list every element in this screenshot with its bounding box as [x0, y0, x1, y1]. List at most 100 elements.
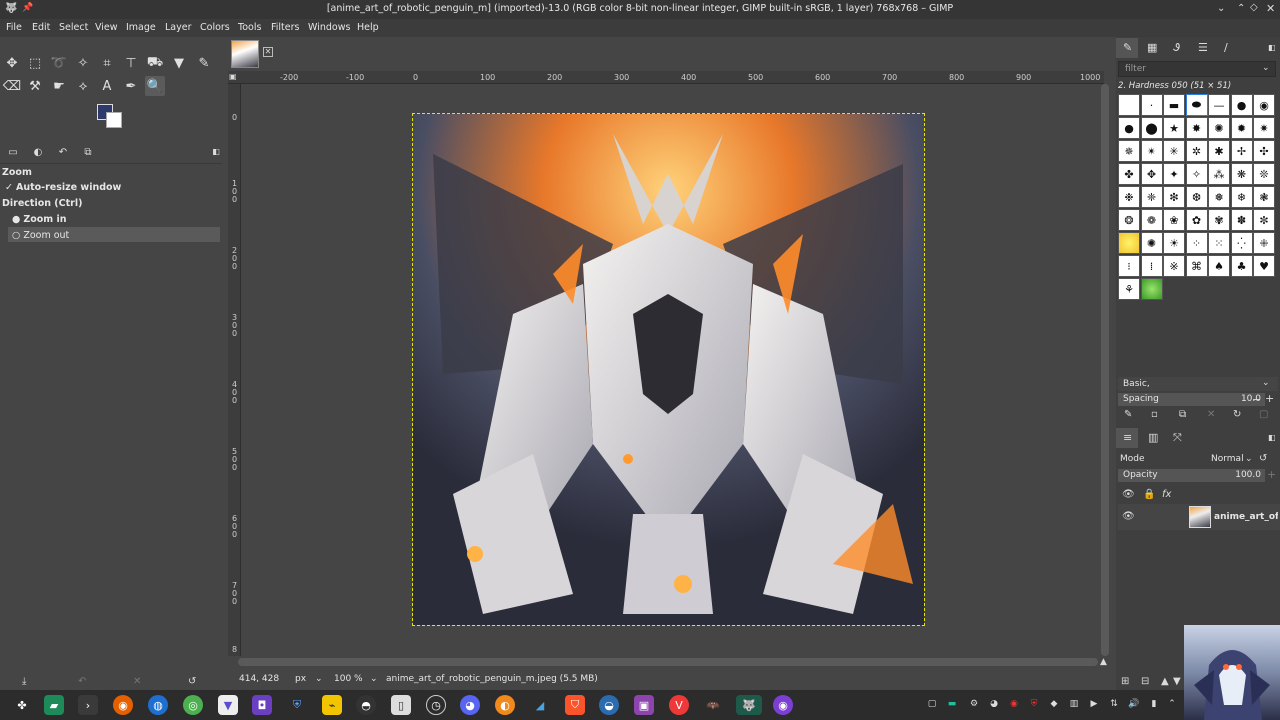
brush-swatch[interactable]: ❇: [1163, 186, 1185, 208]
clone-icon[interactable]: ⚒: [25, 76, 45, 96]
brush-swatch[interactable]: ❃: [1253, 186, 1275, 208]
tray-discord-icon[interactable]: ◕: [988, 699, 1000, 711]
blender-icon[interactable]: ◐: [495, 695, 515, 715]
save-options-icon[interactable]: ⤓: [22, 676, 26, 687]
brush-swatch[interactable]: ✷: [1253, 117, 1275, 139]
brush-swatch[interactable]: ☀: [1163, 232, 1185, 254]
brush-swatch[interactable]: ⁂: [1208, 163, 1230, 185]
brush-swatch[interactable]: ⌘: [1185, 255, 1208, 277]
remote-icon[interactable]: ◢: [530, 695, 550, 715]
document-history-icon[interactable]: ☰: [1198, 41, 1208, 54]
gimp-icon[interactable]: 🐺: [736, 695, 762, 715]
batman-icon[interactable]: 🦇: [703, 695, 723, 715]
plus-icon[interactable]: +: [1265, 392, 1274, 405]
dock-menu-icon[interactable]: ◧: [208, 147, 224, 159]
brush-swatch[interactable]: ❆: [1185, 186, 1208, 208]
brush-swatch[interactable]: ♣: [1230, 255, 1253, 277]
vertical-scrollbar[interactable]: [1101, 84, 1109, 656]
horizontal-ruler[interactable]: -200 -100 0 100 200 300 400 500 600 700 …: [228, 71, 1104, 84]
images-tab-icon[interactable]: ⧉: [80, 147, 96, 159]
brush-swatch[interactable]: ✿: [1185, 209, 1208, 231]
start-icon[interactable]: ✤: [12, 695, 32, 715]
spacing-slider[interactable]: Spacing 10.0: [1118, 393, 1265, 406]
brush-swatch[interactable]: ✵: [1118, 140, 1140, 162]
brush-swatch[interactable]: ✧: [1185, 163, 1208, 185]
layer-name[interactable]: anime_art_of_r: [1214, 512, 1278, 522]
brush-swatch[interactable]: ✸: [1185, 117, 1208, 139]
refresh-icon[interactable]: ↻: [1233, 409, 1241, 420]
brush-swatch[interactable]: ✱: [1208, 140, 1230, 162]
media-icon[interactable]: ▣: [634, 695, 654, 715]
chevron-down-icon[interactable]: ⌄: [1245, 454, 1253, 464]
new-brush-icon[interactable]: ▫: [1151, 409, 1158, 420]
paths-icon[interactable]: ⟡: [73, 76, 93, 96]
brush-swatch[interactable]: ✺: [1208, 117, 1230, 139]
rect-select-icon[interactable]: ⬚: [25, 53, 45, 73]
brush-swatch[interactable]: ※: [1163, 255, 1185, 277]
menu-layer[interactable]: Layer: [165, 22, 192, 33]
menu-image[interactable]: Image: [126, 22, 156, 33]
brush-swatch[interactable]: ❀: [1163, 209, 1185, 231]
tray-obs-icon[interactable]: ◉: [1008, 699, 1020, 711]
tray-volume-icon[interactable]: 🔊: [1128, 699, 1140, 711]
channels-icon[interactable]: ▥: [1148, 431, 1158, 444]
dock-menu-icon[interactable]: ◧: [1268, 433, 1276, 442]
zoom-in-radio[interactable]: ● Zoom in: [12, 214, 66, 225]
image-canvas[interactable]: [412, 113, 925, 626]
plus-icon[interactable]: +: [1267, 468, 1276, 481]
undo-history-tab-icon[interactable]: ↶: [55, 147, 71, 159]
lock-icon[interactable]: 🔒: [1143, 489, 1155, 500]
mode-select[interactable]: Normal: [1211, 454, 1244, 464]
layer-visibility-icon[interactable]: 👁: [1122, 511, 1135, 522]
patterns-icon[interactable]: ▦: [1147, 41, 1157, 54]
brush-swatch[interactable]: ❁: [1140, 209, 1163, 231]
effects-icon[interactable]: fx: [1162, 489, 1171, 500]
brush-swatch[interactable]: ❊: [1253, 163, 1275, 185]
chevron-down-icon[interactable]: ⌄: [370, 674, 378, 684]
tray-window-icon[interactable]: ▢: [926, 699, 938, 711]
brush-swatch[interactable]: [1118, 232, 1140, 254]
brush-grid[interactable]: · ▬ ⬬ — ● ◉ ● ⬤ ★ ✸ ✺ ✹ ✷ ✵ ✴ ✳ ✲ ✱ ✢ ✣ ✤ ✥ ✦ ✧ ⁂ ❋ ❊ ❉ ❈ ❇ ❆ ❅ ❄ ❃ ❂ ❁ ❀ ✿ ✾ ✽…: [1118, 94, 1276, 300]
chrome-icon[interactable]: ◎: [183, 695, 203, 715]
brush-swatch[interactable]: ✥: [1140, 163, 1163, 185]
brush-swatch[interactable]: ✽: [1230, 209, 1253, 231]
background-color[interactable]: [106, 112, 122, 128]
image-tab-thumbnail[interactable]: [231, 40, 259, 68]
chevron-down-icon[interactable]: ⌄: [1262, 378, 1270, 388]
brush-swatch[interactable]: ⬤: [1140, 117, 1163, 139]
brave-icon[interactable]: ⛉: [565, 695, 585, 715]
menu-file[interactable]: File: [6, 22, 22, 33]
device-status-tab-icon[interactable]: ◐: [30, 147, 46, 159]
files-icon[interactable]: ▰: [44, 695, 64, 715]
brush-preset-select[interactable]: Basic,: [1118, 377, 1278, 391]
brush-swatch[interactable]: —: [1208, 94, 1230, 116]
close-image-icon[interactable]: ✕: [263, 47, 273, 57]
text-tool-icon[interactable]: A: [97, 76, 117, 96]
browser-icon[interactable]: ◍: [148, 695, 168, 715]
brush-swatch[interactable]: ❈: [1140, 186, 1163, 208]
brush-swatch[interactable]: ♥: [1253, 255, 1275, 277]
brush-swatch[interactable]: ✺: [1140, 232, 1163, 254]
new-layer-icon[interactable]: ⊞: [1121, 676, 1129, 687]
restore-icon[interactable]: ⌃: [1237, 3, 1245, 14]
menu-colors[interactable]: Colors: [200, 22, 230, 33]
navigate-icon[interactable]: ▲: [1100, 657, 1107, 667]
paths-tab-icon[interactable]: ⤧: [1173, 431, 1182, 445]
brush-swatch[interactable]: ✾: [1208, 209, 1230, 231]
chevron-down-icon[interactable]: ⌄: [315, 674, 323, 684]
brush-swatch[interactable]: ❉: [1118, 186, 1140, 208]
menu-help[interactable]: Help: [357, 22, 379, 33]
tray-battery-icon[interactable]: ▮: [1148, 699, 1160, 711]
transform-icon[interactable]: ⊤: [121, 53, 141, 73]
brush-editor-icon[interactable]: ∕: [1224, 41, 1228, 54]
raise-layer-icon[interactable]: ▲: [1161, 676, 1169, 687]
vpn-icon[interactable]: ◒: [599, 695, 619, 715]
tray-clipboard-icon[interactable]: ▥: [1068, 699, 1080, 711]
tray-shield-icon[interactable]: ⛨: [1028, 699, 1040, 711]
restore-options-icon[interactable]: ↶: [78, 676, 86, 687]
brush-swatch[interactable]: [1118, 94, 1140, 116]
mode-reset-icon[interactable]: ↺: [1259, 453, 1267, 464]
obs-icon[interactable]: ◓: [356, 695, 376, 715]
brush-swatch[interactable]: ⁝: [1118, 255, 1140, 277]
minus-icon[interactable]: −: [1252, 393, 1261, 406]
